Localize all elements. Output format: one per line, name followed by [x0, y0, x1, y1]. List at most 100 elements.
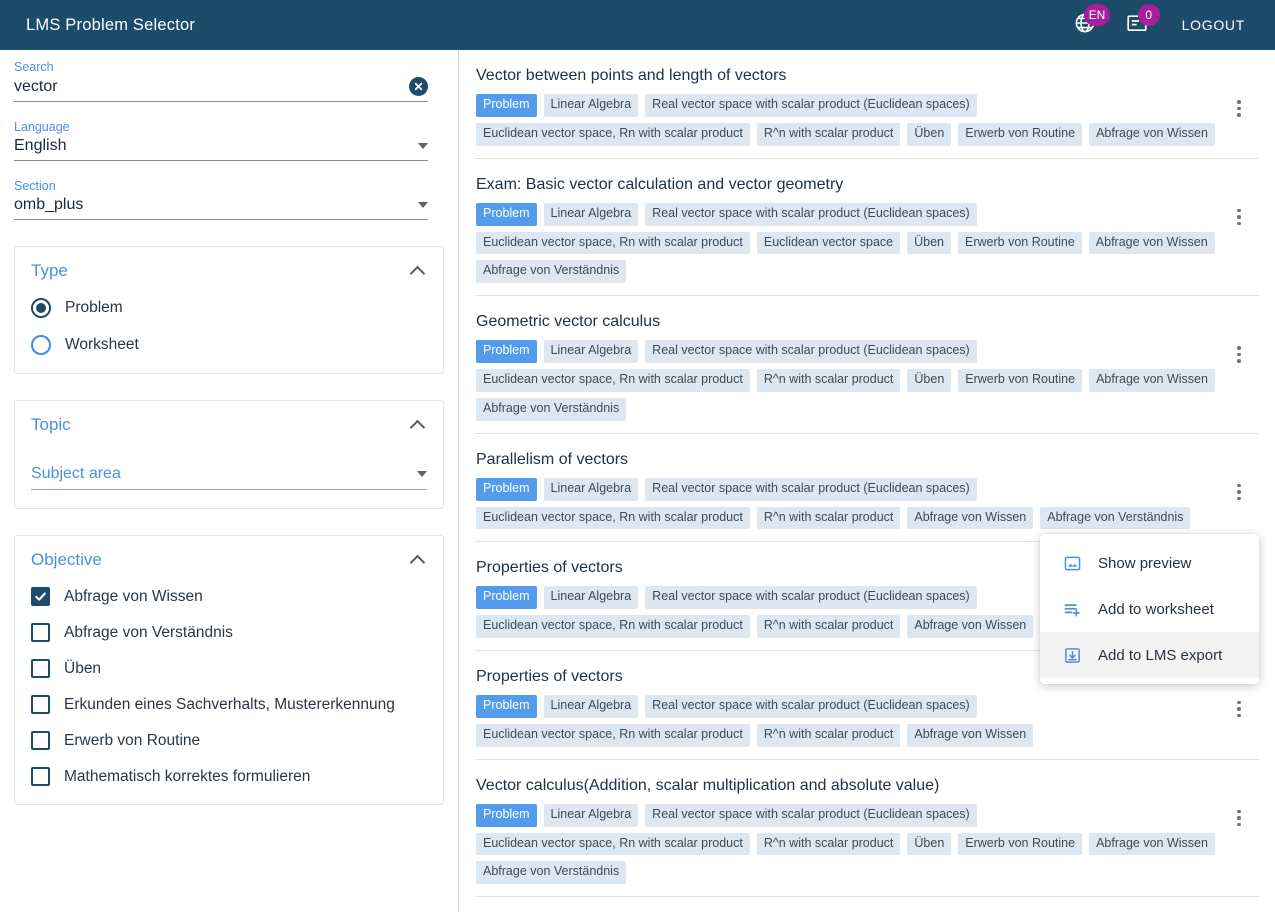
objective-option[interactable]: Üben [31, 659, 427, 678]
more-vertical-icon [1237, 700, 1241, 718]
type-card-title: Type [31, 261, 68, 280]
objective-option-label: Erwerb von Routine [64, 731, 201, 749]
result-menu-button[interactable] [1219, 312, 1259, 420]
search-input-line[interactable]: vector [14, 77, 428, 102]
topic-filter-card: Topic Subject area [14, 400, 444, 509]
result-tag: Real vector space with scalar product (E… [645, 803, 977, 827]
result-tag: Linear Algebra [543, 340, 639, 364]
topic-card-header[interactable]: Topic [31, 415, 427, 435]
result-tag: Erwerb von Routine [958, 231, 1082, 255]
menu-item-add-to-lms-export[interactable]: Add to LMS export [1040, 632, 1259, 678]
chevron-down-icon[interactable] [418, 143, 428, 149]
objective-option-label: Erkunden eines Sachverhalts, Mustererken… [64, 695, 395, 713]
section-select[interactable]: omb_plus [14, 196, 428, 220]
result-tag: Real vector space with scalar product (E… [645, 586, 977, 610]
language-select[interactable]: English [14, 137, 428, 161]
header-actions: EN 0 LOGOUT [1070, 4, 1253, 42]
logout-button[interactable]: LOGOUT [1174, 11, 1253, 39]
more-vertical-icon [1237, 483, 1241, 501]
objective-option[interactable]: Abfrage von Verständnis [31, 623, 427, 642]
result-tag: Linear Algebra [543, 695, 639, 718]
result-tag: Abfrage von Wissen [1089, 369, 1215, 392]
close-circle-icon[interactable] [409, 77, 428, 96]
result-title[interactable]: Vector between points and length of vect… [476, 66, 1219, 85]
result-title[interactable]: Geometric vector calculus [476, 312, 1219, 331]
chevron-up-icon[interactable] [409, 554, 426, 570]
language-value: English [14, 137, 67, 154]
result-main: Geometric vector calculus Problem Linear A… [475, 312, 1219, 421]
result-tags: Problem Linear Algebra Real vector space w… [476, 202, 1219, 284]
result-tags: Problem Linear Algebra Real vector space w… [476, 94, 1219, 146]
result-menu-button[interactable] [1219, 450, 1259, 530]
checkbox-icon[interactable] [31, 767, 50, 786]
result-tag: Abfrage von Verständnis [476, 861, 627, 885]
chevron-down-icon[interactable] [418, 202, 428, 208]
result-tag: Linear Algebra [543, 586, 639, 610]
result-menu-button[interactable] [1219, 175, 1259, 283]
result-tag: Euclidean vector space, Rn with scalar p… [476, 615, 750, 638]
chevron-up-icon[interactable] [409, 419, 426, 435]
radio-icon-problem[interactable] [31, 298, 51, 318]
result-tag: Linear Algebra [543, 202, 639, 226]
subject-area-placeholder: Subject area [31, 465, 121, 482]
result-title[interactable]: Exam: Basic vector calculation and vecto… [476, 175, 1219, 194]
type-option-label: Problem [65, 299, 123, 316]
app-root: LMS Problem Selector EN 0 LOGOUT Search … [0, 0, 1275, 912]
objective-option-label: Mathematisch korrektes formulieren [64, 767, 311, 785]
radio-icon-worksheet[interactable] [31, 335, 51, 355]
checkbox-icon[interactable] [31, 695, 50, 714]
result-tag: R^n with scalar product [756, 506, 901, 530]
result-menu-button[interactable] [1219, 776, 1259, 884]
menu-item-show-preview[interactable]: Show preview [1040, 540, 1259, 586]
result-context-menu: Show preview Add to worksheet Add to LMS… [1040, 534, 1259, 684]
objective-option[interactable]: Erkunden eines Sachverhalts, Mustererken… [31, 695, 427, 714]
subject-area-select[interactable]: Subject area [31, 465, 427, 490]
lms-export-button[interactable]: 0 [1122, 4, 1160, 42]
checkbox-icon-checked[interactable] [31, 587, 50, 606]
result-tag: Abfrage von Wissen [1088, 231, 1215, 255]
objective-option-label: Abfrage von Verständnis [64, 623, 233, 641]
objective-option[interactable]: Erwerb von Routine [31, 731, 427, 750]
menu-item-label: Show preview [1098, 554, 1192, 572]
result-tag: Euclidean vector space [756, 231, 901, 255]
section-field: Section omb_plus [0, 179, 458, 220]
language-switcher-button[interactable]: EN [1070, 4, 1111, 42]
result-tag: R^n with scalar product [756, 832, 901, 856]
checkbox-icon[interactable] [31, 659, 50, 678]
type-card-header[interactable]: Type [31, 261, 427, 281]
result-tag: Erwerb von Routine [958, 369, 1083, 392]
filter-sidebar: Search vector Language English Section o… [0, 50, 459, 912]
objective-option[interactable]: Mathematisch korrektes formulieren [31, 767, 427, 786]
result-tag: Abfrage von Verständnis [1040, 506, 1191, 530]
chevron-down-icon[interactable] [417, 471, 427, 477]
download-box-icon [1062, 645, 1082, 665]
result-tags: Problem Linear Algebra Real vector space w… [476, 695, 1219, 747]
result-title[interactable]: Vector calculus(Addition, scalar multipl… [476, 776, 1219, 795]
result-menu-button[interactable] [1219, 66, 1259, 146]
objective-option[interactable]: Abfrage von Wissen [31, 587, 427, 606]
objective-card-header[interactable]: Objective [31, 550, 427, 570]
result-type-tag: Problem [476, 477, 537, 501]
menu-item-add-to-worksheet[interactable]: Add to worksheet [1040, 586, 1259, 632]
type-option-worksheet[interactable]: Worksheet [31, 335, 427, 355]
subject-area-field: Subject area [31, 465, 427, 490]
result-tag: Erwerb von Routine [958, 122, 1083, 146]
type-option-problem[interactable]: Problem [31, 298, 427, 318]
menu-item-label: Add to LMS export [1098, 646, 1223, 664]
chevron-up-icon[interactable] [409, 265, 426, 281]
result-tags: Problem Linear Algebra Real vector space w… [476, 477, 1219, 530]
result-item: Vector calculus(Addition, scalar multipl… [475, 760, 1259, 898]
result-tag: R^n with scalar product [756, 723, 901, 747]
search-label: Search [14, 60, 54, 74]
export-count-badge: 0 [1137, 4, 1160, 26]
result-tag: Abfrage von Wissen [907, 506, 1034, 530]
playlist-add-icon [1062, 599, 1082, 619]
checkbox-icon[interactable] [31, 731, 50, 750]
search-input[interactable]: vector [14, 78, 409, 96]
result-title[interactable]: Parallelism of vectors [476, 450, 1219, 469]
checkbox-icon[interactable] [31, 623, 50, 642]
result-tag: Real vector space with scalar product (E… [645, 94, 977, 117]
result-item: Exam: Basic vector calculation and vecto… [475, 159, 1259, 297]
type-option-label: Worksheet [65, 336, 139, 353]
result-tag: Abfrage von Verständnis [476, 397, 627, 421]
